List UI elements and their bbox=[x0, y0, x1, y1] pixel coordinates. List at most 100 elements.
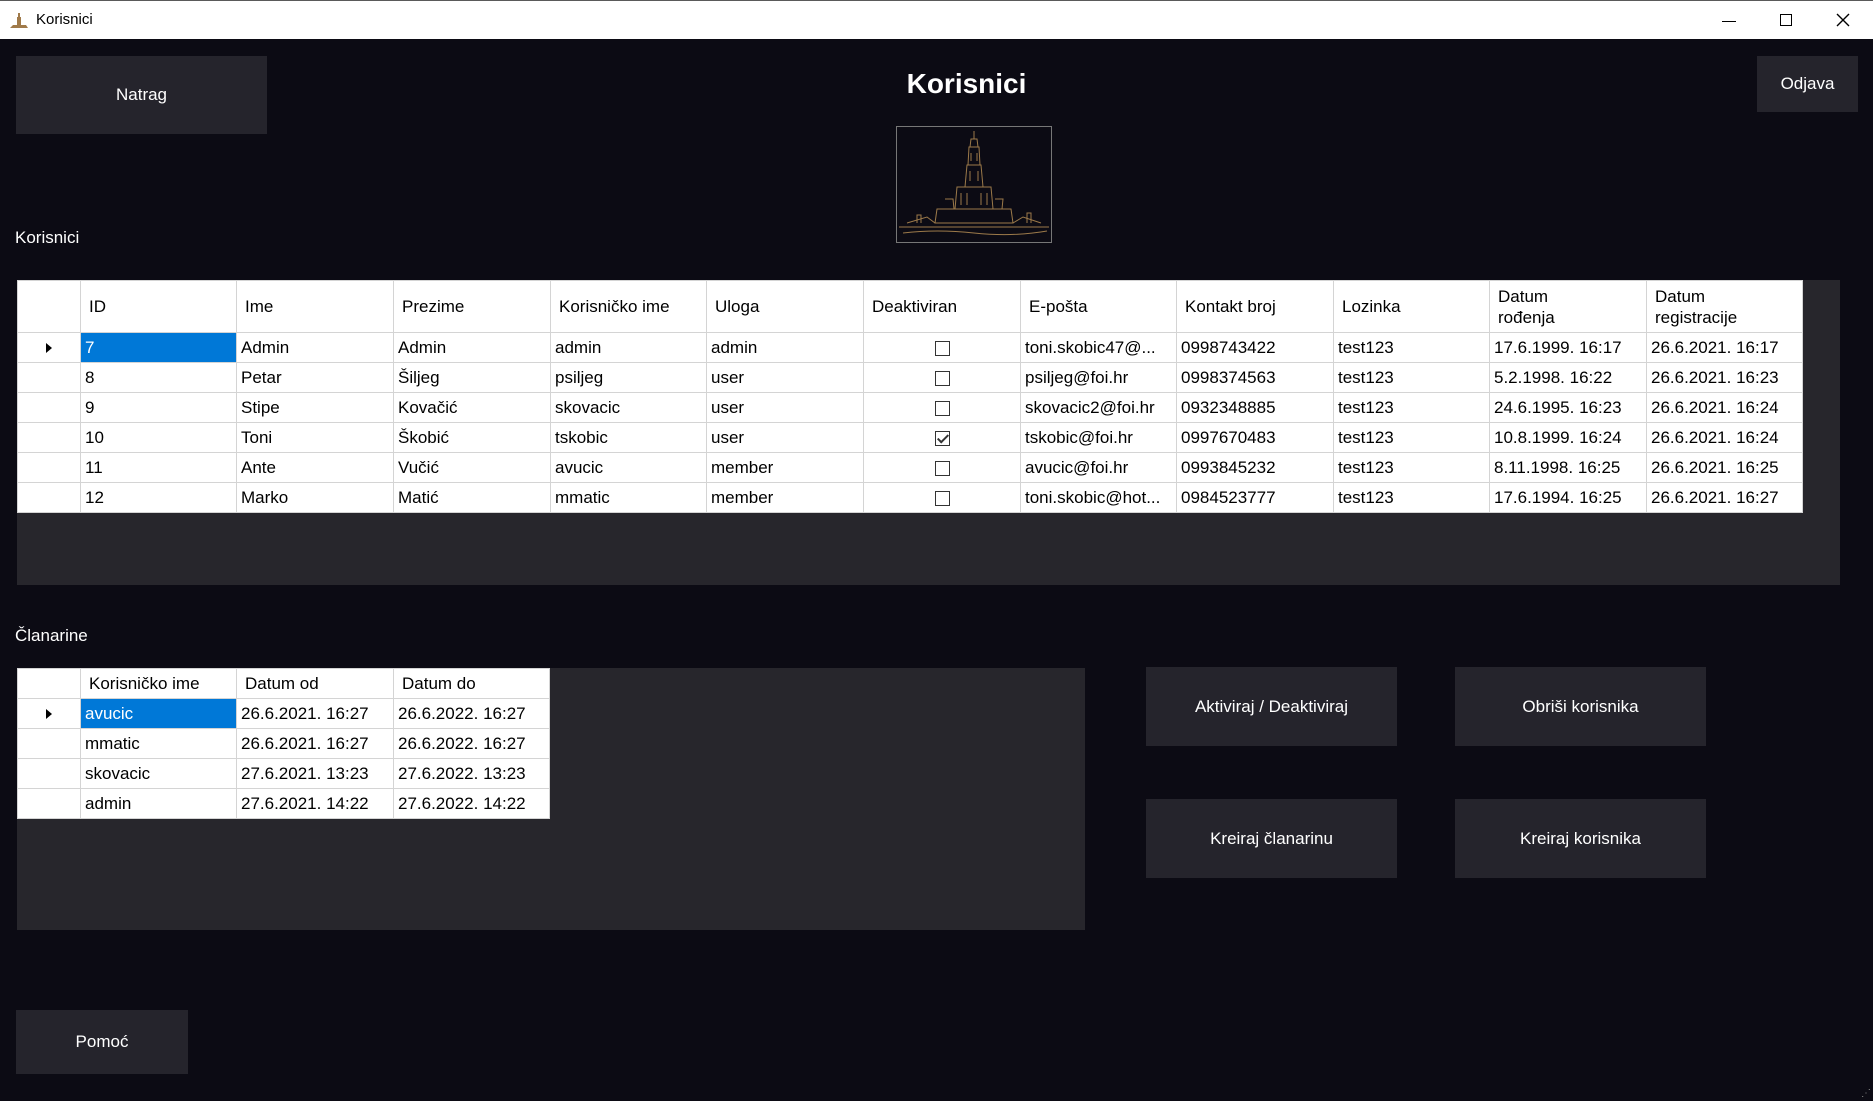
cell-do[interactable]: 26.6.2022. 16:27 bbox=[393, 728, 550, 759]
cell-uloga[interactable]: user bbox=[706, 422, 864, 453]
cell-prezime[interactable]: Škobić bbox=[393, 422, 551, 453]
cell-uloga[interactable]: user bbox=[706, 362, 864, 393]
cell-prezime[interactable]: Šiljeg bbox=[393, 362, 551, 393]
cell-kontakt[interactable]: 0998743422 bbox=[1176, 332, 1334, 363]
column-header-korisnicko-ime[interactable]: Korisničko ime bbox=[80, 668, 237, 699]
delete-user-button[interactable]: Obriši korisnika bbox=[1455, 667, 1706, 746]
column-header-ime[interactable]: Ime bbox=[236, 280, 394, 333]
cell-lozinka[interactable]: test123 bbox=[1333, 482, 1490, 513]
table-row[interactable]: 9 Stipe Kovačić skovacic user skovacic2@foi.h… bbox=[17, 392, 1803, 423]
cell-kontakt[interactable]: 0984523777 bbox=[1176, 482, 1334, 513]
create-user-button[interactable]: Kreiraj korisnika bbox=[1455, 799, 1706, 878]
cell-uloga[interactable]: user bbox=[706, 392, 864, 423]
cell-id[interactable]: 11 bbox=[80, 452, 237, 483]
column-header-uloga[interactable]: Uloga bbox=[706, 280, 864, 333]
cell-rodjenje[interactable]: 10.8.1999. 16:24 bbox=[1489, 422, 1647, 453]
table-row[interactable]: skovacic 27.6.2021. 13:23 27.6.2022. 13:23 bbox=[17, 758, 550, 789]
row-selector[interactable] bbox=[17, 422, 81, 453]
cell-prezime[interactable]: Kovačić bbox=[393, 392, 551, 423]
cell-korisnicko[interactable]: skovacic bbox=[550, 392, 707, 423]
cell-prezime[interactable]: Admin bbox=[393, 332, 551, 363]
cell-korisnicko[interactable]: mmatic bbox=[80, 728, 237, 759]
column-header-lozinka[interactable]: Lozinka bbox=[1333, 280, 1490, 333]
cell-do[interactable]: 27.6.2022. 14:22 bbox=[393, 788, 550, 819]
cell-registracija[interactable]: 26.6.2021. 16:23 bbox=[1646, 362, 1803, 393]
cell-registracija[interactable]: 26.6.2021. 16:24 bbox=[1646, 422, 1803, 453]
cell-ime[interactable]: Admin bbox=[236, 332, 394, 363]
table-row[interactable]: avucic 26.6.2021. 16:27 26.6.2022. 16:27 bbox=[17, 698, 550, 729]
column-header-datum-registracije[interactable]: Datum registracije bbox=[1646, 280, 1803, 333]
cell-ime[interactable]: Ante bbox=[236, 452, 394, 483]
row-selector[interactable] bbox=[17, 332, 81, 363]
deactivated-checkbox[interactable] bbox=[934, 460, 950, 476]
cell-korisnicko[interactable]: mmatic bbox=[550, 482, 707, 513]
cell-uloga[interactable]: member bbox=[706, 452, 864, 483]
row-selector[interactable] bbox=[17, 362, 81, 393]
table-row[interactable]: 7 Admin Admin admin admin toni.skobic47@... 09… bbox=[17, 332, 1803, 363]
cell-deaktiviran[interactable] bbox=[863, 482, 1021, 513]
table-row[interactable]: mmatic 26.6.2021. 16:27 26.6.2022. 16:27 bbox=[17, 728, 550, 759]
deactivated-checkbox[interactable] bbox=[934, 340, 950, 356]
cell-od[interactable]: 26.6.2021. 16:27 bbox=[236, 728, 394, 759]
column-header-kontakt[interactable]: Kontakt broj bbox=[1176, 280, 1334, 333]
cell-prezime[interactable]: Matić bbox=[393, 482, 551, 513]
deactivated-checkbox[interactable] bbox=[934, 430, 950, 446]
column-header-datum-rodjenja[interactable]: Datum rođenja bbox=[1489, 280, 1647, 333]
cell-lozinka[interactable]: test123 bbox=[1333, 362, 1490, 393]
cell-ime[interactable]: Petar bbox=[236, 362, 394, 393]
cell-kontakt[interactable]: 0998374563 bbox=[1176, 362, 1334, 393]
close-button[interactable] bbox=[1815, 1, 1871, 39]
row-selector[interactable] bbox=[17, 482, 81, 513]
cell-deaktiviran[interactable] bbox=[863, 362, 1021, 393]
cell-registracija[interactable]: 26.6.2021. 16:24 bbox=[1646, 392, 1803, 423]
cell-email[interactable]: toni.skobic@hot... bbox=[1020, 482, 1177, 513]
cell-korisnicko[interactable]: admin bbox=[550, 332, 707, 363]
table-row[interactable]: 8 Petar Šiljeg psiljeg user psiljeg@foi.hr 099… bbox=[17, 362, 1803, 393]
deactivated-checkbox[interactable] bbox=[934, 400, 950, 416]
cell-ime[interactable]: Toni bbox=[236, 422, 394, 453]
cell-rodjenje[interactable]: 5.2.1998. 16:22 bbox=[1489, 362, 1647, 393]
cell-ime[interactable]: Stipe bbox=[236, 392, 394, 423]
column-header-korisnicko-ime[interactable]: Korisničko ime bbox=[550, 280, 707, 333]
toggle-active-button[interactable]: Aktiviraj / Deaktiviraj bbox=[1146, 667, 1397, 746]
maximize-button[interactable] bbox=[1758, 1, 1814, 39]
column-header-deaktiviran[interactable]: Deaktiviran bbox=[863, 280, 1021, 333]
cell-lozinka[interactable]: test123 bbox=[1333, 452, 1490, 483]
column-header-datum-od[interactable]: Datum od bbox=[236, 668, 394, 699]
cell-korisnicko[interactable]: avucic bbox=[80, 698, 237, 729]
cell-registracija[interactable]: 26.6.2021. 16:27 bbox=[1646, 482, 1803, 513]
row-selector[interactable] bbox=[17, 788, 81, 819]
cell-id[interactable]: 9 bbox=[80, 392, 237, 423]
column-header-prezime[interactable]: Prezime bbox=[393, 280, 551, 333]
row-selector[interactable] bbox=[17, 698, 81, 729]
deactivated-checkbox[interactable] bbox=[934, 370, 950, 386]
row-selector[interactable] bbox=[17, 452, 81, 483]
cell-email[interactable]: avucic@foi.hr bbox=[1020, 452, 1177, 483]
cell-rodjenje[interactable]: 17.6.1999. 16:17 bbox=[1489, 332, 1647, 363]
cell-kontakt[interactable]: 0993845232 bbox=[1176, 452, 1334, 483]
users-grid[interactable]: ID Ime Prezime Korisničko ime Uloga Deak… bbox=[17, 280, 1803, 513]
cell-kontakt[interactable]: 0997670483 bbox=[1176, 422, 1334, 453]
cell-korisnicko[interactable]: psiljeg bbox=[550, 362, 707, 393]
cell-korisnicko[interactable]: avucic bbox=[550, 452, 707, 483]
deactivated-checkbox[interactable] bbox=[934, 490, 950, 506]
cell-email[interactable]: tskobic@foi.hr bbox=[1020, 422, 1177, 453]
cell-uloga[interactable]: member bbox=[706, 482, 864, 513]
cell-deaktiviran[interactable] bbox=[863, 332, 1021, 363]
row-selector[interactable] bbox=[17, 728, 81, 759]
memberships-grid[interactable]: Korisničko ime Datum od Datum do avucic 2… bbox=[17, 668, 550, 819]
cell-email[interactable]: skovacic2@foi.hr bbox=[1020, 392, 1177, 423]
cell-id[interactable]: 8 bbox=[80, 362, 237, 393]
cell-ime[interactable]: Marko bbox=[236, 482, 394, 513]
cell-korisnicko[interactable]: tskobic bbox=[550, 422, 707, 453]
cell-rodjenje[interactable]: 24.6.1995. 16:23 bbox=[1489, 392, 1647, 423]
cell-id[interactable]: 7 bbox=[80, 332, 237, 363]
cell-lozinka[interactable]: test123 bbox=[1333, 392, 1490, 423]
row-selector[interactable] bbox=[17, 758, 81, 789]
cell-id[interactable]: 10 bbox=[80, 422, 237, 453]
cell-lozinka[interactable]: test123 bbox=[1333, 332, 1490, 363]
cell-email[interactable]: psiljeg@foi.hr bbox=[1020, 362, 1177, 393]
cell-email[interactable]: toni.skobic47@... bbox=[1020, 332, 1177, 363]
table-row[interactable]: 11 Ante Vučić avucic member avucic@foi.hr 0993… bbox=[17, 452, 1803, 483]
cell-do[interactable]: 27.6.2022. 13:23 bbox=[393, 758, 550, 789]
